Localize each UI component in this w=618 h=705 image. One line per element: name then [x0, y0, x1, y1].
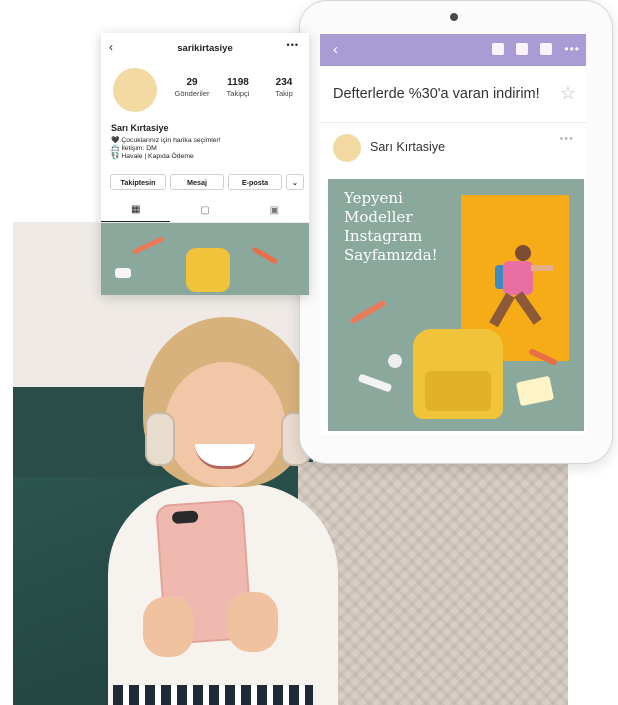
knit-blanket: [298, 462, 568, 705]
profile-actions: Takiptesin Mesaj E-posta ⌄: [110, 174, 304, 190]
chevron-left-icon[interactable]: ‹: [333, 41, 338, 58]
stat-followers[interactable]: 1198 Takipçi: [215, 77, 261, 98]
ellipsis-icon[interactable]: •••: [559, 133, 574, 145]
chevron-down-icon[interactable]: ⌄: [286, 174, 304, 190]
supply-pencil: [349, 299, 387, 325]
grid-icon[interactable]: ▦: [101, 198, 171, 222]
supply-bag: [186, 248, 230, 292]
supply-eraser: [115, 268, 131, 278]
email-sender-row: Sarı Kırtasiye •••: [320, 123, 586, 175]
stat-value: 1198: [227, 77, 249, 88]
headphones-left: [145, 412, 175, 466]
profile-username: sarikirtasiye: [177, 43, 233, 54]
supply-scissors: [251, 246, 279, 265]
ellipsis-icon[interactable]: •••: [564, 43, 580, 55]
email-button[interactable]: E-posta: [228, 174, 282, 190]
supply-notebook: [515, 375, 555, 407]
yellow-backpack: [413, 329, 503, 419]
tablet-camera: [450, 13, 458, 21]
supply-pencil: [131, 236, 165, 255]
profile-display-name: Sarı Kırtasiye: [111, 123, 169, 133]
email-sender: Sarı Kırtasiye: [370, 140, 446, 154]
profile-bio: 🖤 Çocuklarınız için harika seçimler! 📇 İ…: [111, 137, 221, 161]
kid-head: [515, 245, 531, 261]
bio-line: 📇 İletişim: DM: [111, 145, 157, 152]
tagged-icon[interactable]: ▣: [240, 198, 309, 222]
right-hand: [228, 592, 278, 652]
mail-icon[interactable]: [540, 43, 553, 55]
kid-leg: [489, 292, 515, 328]
profile-tabs: ▦ ▢ ▣: [101, 198, 309, 223]
following-button[interactable]: Takiptesin: [110, 174, 166, 190]
avatar[interactable]: [113, 68, 157, 112]
archive-icon[interactable]: [492, 43, 505, 55]
tablet-device: ‹ ••• Defterlerde %30'a varan indirim! ☆…: [299, 0, 613, 464]
kid-body: [503, 261, 533, 295]
email-screen: ‹ ••• Defterlerde %30'a varan indirim! ☆…: [320, 34, 586, 434]
profile-header: ‹ sarikirtasiye •••: [101, 33, 309, 63]
promo-image: Yepyeni Modeller Instagram Sayfamızda!: [328, 179, 584, 431]
girl-shirt-stripes: [113, 685, 313, 705]
left-hand: [143, 597, 193, 657]
stat-following[interactable]: 234 Takip: [261, 77, 307, 98]
promo-line: Yepyeni: [344, 189, 403, 207]
email-subject: Defterlerde %30'a varan indirim!: [333, 86, 540, 102]
stat-label: Gönderiler: [174, 89, 210, 98]
supply-marker: [357, 373, 393, 393]
stat-posts[interactable]: 29 Gönderiler: [169, 77, 215, 98]
promo-line: Sayfamızda!: [344, 246, 438, 264]
igtv-icon[interactable]: ▢: [170, 198, 239, 222]
bio-line: 🖤 Çocuklarınız için harika seçimler!: [111, 137, 221, 144]
email-actions: •••: [492, 43, 580, 55]
promo-line: Modeller: [344, 208, 413, 226]
email-subject-row: Defterlerde %30'a varan indirim! ☆: [320, 66, 586, 123]
message-button[interactable]: Mesaj: [170, 174, 224, 190]
trash-icon[interactable]: [516, 43, 529, 55]
phone-camera: [171, 510, 199, 525]
backpack-pocket: [425, 371, 491, 411]
promo-line: Instagram: [344, 227, 423, 245]
stat-value: 29: [186, 77, 198, 88]
promo-text: Yepyeni Modeller Instagram Sayfamızda!: [344, 189, 454, 265]
bio-line: 💱 Havale | Kapıda Ödeme: [111, 153, 194, 160]
stat-label: Takip: [275, 89, 293, 98]
kid-leg: [514, 291, 542, 325]
avatar[interactable]: [333, 134, 361, 162]
instagram-profile-card: ‹ sarikirtasiye ••• 29 Gönderiler 1198 T…: [101, 33, 309, 295]
ellipsis-icon[interactable]: •••: [287, 40, 299, 50]
post-grid-image[interactable]: [101, 223, 309, 295]
profile-stats: 29 Gönderiler 1198 Takipçi 234 Takip: [169, 77, 307, 98]
stat-value: 234: [275, 77, 293, 88]
star-outline-icon[interactable]: ☆: [560, 83, 576, 104]
supply-tape: [388, 354, 402, 368]
kid-arm: [531, 265, 553, 271]
email-toolbar: ‹ •••: [320, 34, 586, 66]
stat-label: Takipçi: [226, 89, 250, 98]
